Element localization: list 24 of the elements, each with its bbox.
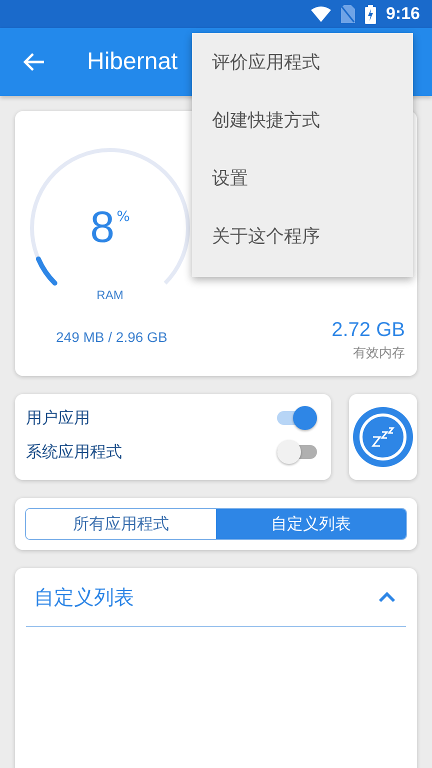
ram-label: RAM — [96, 288, 124, 302]
sleep-icon[interactable] — [353, 407, 413, 467]
no-sim-icon — [340, 5, 355, 23]
toggle-switch[interactable] — [277, 440, 317, 464]
battery-charging-icon — [364, 4, 376, 24]
ram-usage: 249 MB / 2.96 GB — [56, 329, 168, 345]
toggle-switch[interactable] — [277, 406, 317, 430]
segment-tab[interactable]: 自定义列表 — [216, 509, 406, 539]
status-time: 9:16 — [386, 4, 420, 24]
menu-item[interactable]: 创建快捷方式 — [192, 97, 413, 155]
back-arrow-icon[interactable] — [23, 53, 45, 71]
menu-item[interactable]: 评价应用程式 — [192, 39, 413, 97]
filter-label: 系统应用程式 — [26, 442, 122, 462]
available-memory: 2.72 GB — [332, 319, 405, 342]
filter-label: 用户应用 — [26, 408, 90, 428]
percent-sign: % — [116, 209, 130, 225]
panel-title: 自定义列表 — [34, 584, 134, 610]
menu-item[interactable]: 设置 — [192, 155, 413, 213]
wifi-icon — [310, 6, 331, 22]
available-memory-label: 有效内存 — [353, 345, 405, 362]
menu-item[interactable]: 关于这个程序 — [192, 213, 413, 271]
chevron-icon[interactable] — [378, 591, 396, 603]
ram-percent: 8 — [90, 203, 115, 253]
app-title: Hibernat — [87, 48, 178, 76]
